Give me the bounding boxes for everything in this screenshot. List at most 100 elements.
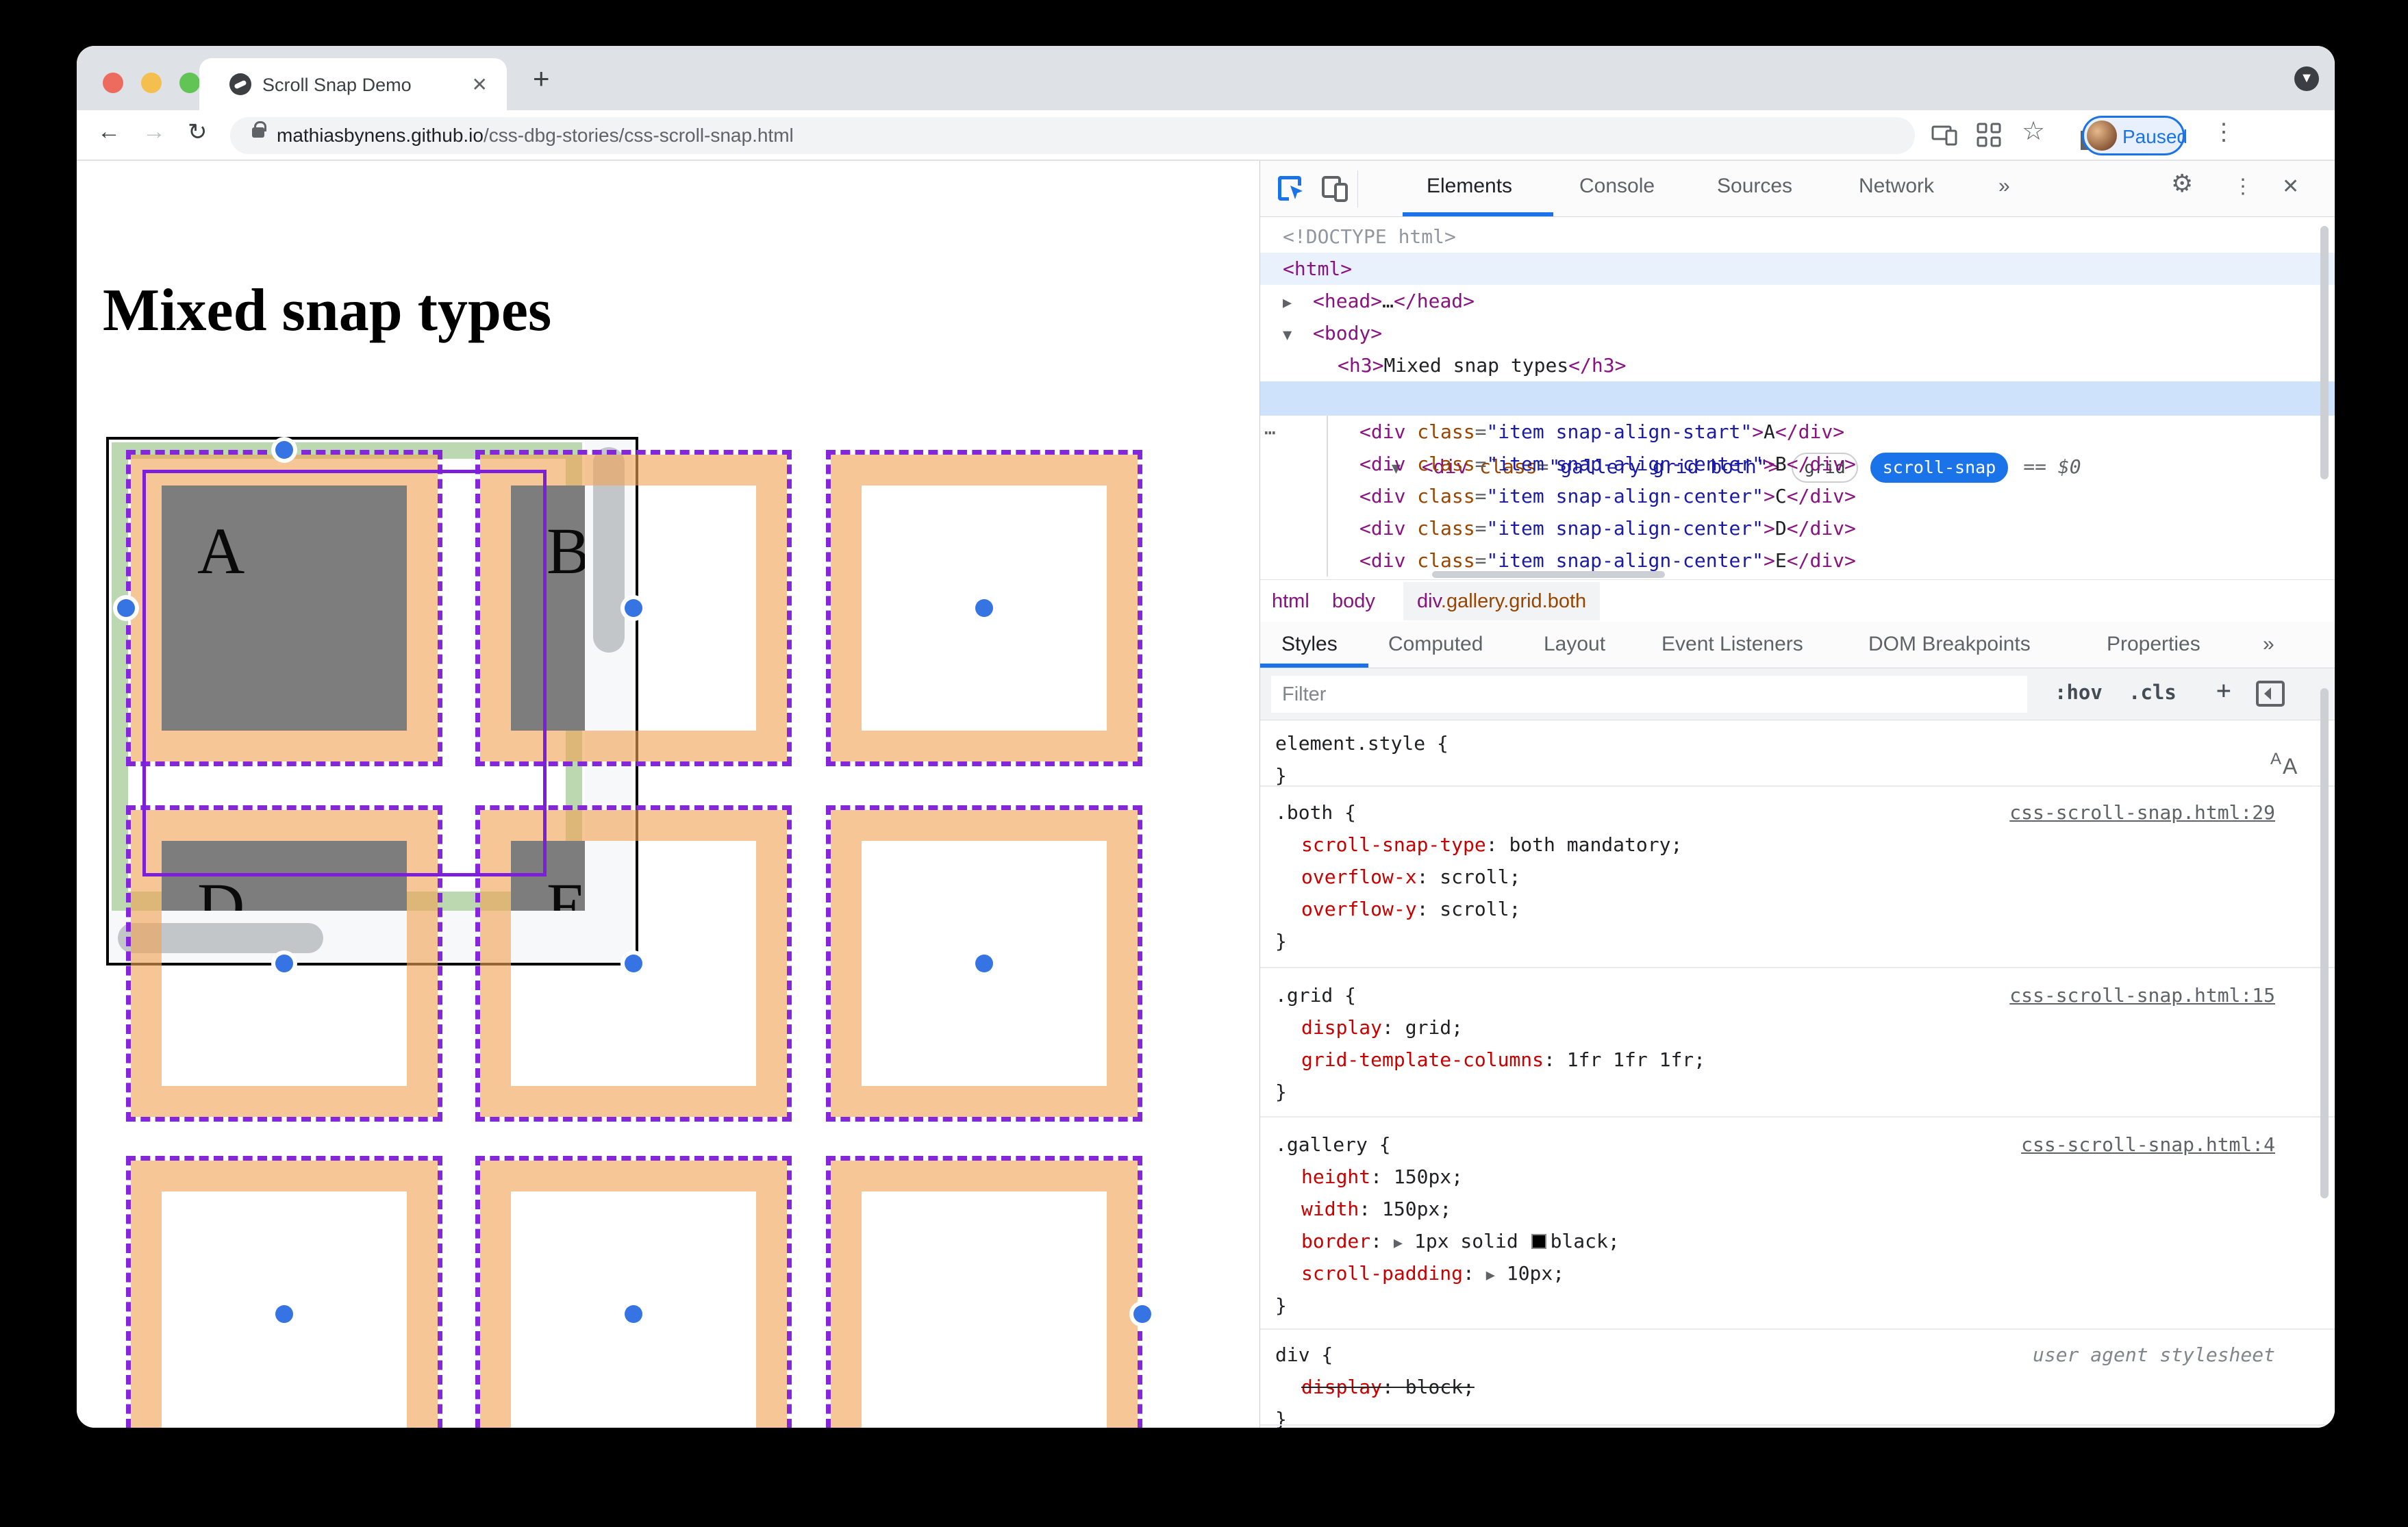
tab-overview-button[interactable]: ▼ <box>2294 66 2319 91</box>
tab-more-panels[interactable]: » <box>1998 175 2010 198</box>
browser-tab[interactable]: Scroll Snap Demo ✕ <box>199 58 507 110</box>
snap-area-7 <box>126 1156 442 1428</box>
rule-element-style[interactable]: element.style { <box>1275 727 2303 759</box>
tab-title: Scroll Snap Demo <box>262 75 412 95</box>
css-property[interactable]: display: grid; <box>1301 1011 2329 1044</box>
styles-pane: element.style { } AA .both {css-scroll-s… <box>1260 720 2335 1428</box>
new-style-rule-button[interactable]: + <box>2216 677 2231 705</box>
tab-favicon-icon <box>229 73 251 95</box>
dom-head[interactable]: ▶ <head>…</head> <box>1260 285 2335 317</box>
rule-gallery[interactable]: .gallery {css-scroll-snap.html:4 <box>1275 1128 2303 1161</box>
source-link[interactable]: css-scroll-snap.html:15 <box>2009 979 2275 1011</box>
minimize-window-button[interactable] <box>141 73 162 93</box>
dom-item-c[interactable]: <div class="item snap-align-center">C</d… <box>1260 480 2335 512</box>
dom-hscrollbar-thumb[interactable] <box>1432 571 1665 578</box>
svg-text:A: A <box>2283 754 2298 778</box>
css-property[interactable]: scroll-snap-type: both mandatory; <box>1301 829 2329 861</box>
styles-filter-bar: :hov .cls + <box>1260 668 2335 720</box>
css-property[interactable]: overflow-y: scroll; <box>1301 893 2329 925</box>
user-agent-stylesheet-label: user agent stylesheet <box>2032 1343 2275 1366</box>
browser-window: Scroll Snap Demo ✕ + ▼ ← → ↻ mathiasbyne… <box>77 46 2335 1428</box>
devtools-close-icon[interactable]: ✕ <box>2282 175 2299 199</box>
tab-console[interactable]: Console <box>1579 175 1655 198</box>
new-tab-button[interactable]: + <box>533 62 550 95</box>
css-property[interactable]: height: 150px; <box>1301 1161 2329 1193</box>
grid-overlay-rect <box>142 470 547 876</box>
dom-html[interactable]: <html> <box>1260 253 2335 285</box>
crumb-html[interactable]: html <box>1272 580 1309 622</box>
tab-dom-breakpoints[interactable]: DOM Breakpoints <box>1868 633 2031 656</box>
back-button[interactable]: ← <box>97 118 121 145</box>
paused-label: Paused <box>2122 126 2187 147</box>
chevron-down-icon: ▼ <box>2300 71 2313 86</box>
devtools-toolbar: Elements Console Sources Network » ⚙ ⋮ ✕ <box>1260 161 2335 217</box>
css-property-border[interactable]: border: ▶ 1px solid black; <box>1301 1225 2329 1257</box>
profile-paused-badge[interactable]: Paused <box>2082 116 2187 155</box>
qr-share-icon[interactable] <box>1974 120 2004 150</box>
svg-text:A: A <box>2270 750 2281 768</box>
rule-both[interactable]: .both {css-scroll-snap.html:29 <box>1275 796 2303 829</box>
tab-network[interactable]: Network <box>1859 175 1934 198</box>
bookmark-star-icon[interactable]: ☆ <box>2022 116 2045 147</box>
sidebar-toggle-icon[interactable] <box>2255 678 2286 709</box>
crumb-body[interactable]: body <box>1332 580 1375 622</box>
dom-tree: <!DOCTYPE html> <html> ▶ <head>…</head> ▼… <box>1260 217 2335 579</box>
close-window-button[interactable] <box>103 73 123 93</box>
css-property-scroll-padding[interactable]: scroll-padding: ▶ 10px; <box>1301 1257 2329 1289</box>
rule-div-ua[interactable]: div {user agent stylesheet <box>1275 1339 2303 1371</box>
tab-sources[interactable]: Sources <box>1717 175 1792 198</box>
tab-layout[interactable]: Layout <box>1544 633 1605 656</box>
active-tab-underline <box>1403 212 1553 216</box>
css-property[interactable]: width: 150px; <box>1301 1193 2329 1225</box>
address-bar[interactable]: mathiasbynens.github.io/css-dbg-stories/… <box>230 117 1915 154</box>
tab-event-listeners[interactable]: Event Listeners <box>1661 633 1803 656</box>
dom-h3[interactable]: <h3>Mixed snap types</h3> <box>1260 349 2335 381</box>
dom-item-b[interactable]: <div class="item snap-align-center">B</d… <box>1260 448 2335 480</box>
dom-scrollbar-thumb[interactable] <box>2320 226 2329 479</box>
dom-body[interactable]: ▼ <body> <box>1260 317 2335 349</box>
toolbar-divider <box>1357 171 1358 207</box>
color-swatch[interactable] <box>1531 1234 1546 1249</box>
snap-area-8 <box>475 1156 792 1428</box>
zoom-window-button[interactable] <box>179 73 200 93</box>
css-property-overridden[interactable]: display: block; <box>1301 1371 2329 1403</box>
hov-toggle[interactable]: :hov <box>2055 681 2103 704</box>
font-size-icon[interactable]: AA <box>2269 746 2305 778</box>
forward-button[interactable]: → <box>142 118 166 145</box>
tab-close-icon[interactable]: ✕ <box>472 73 488 96</box>
reload-button[interactable]: ↻ <box>188 118 208 146</box>
snap-point-start-top <box>275 441 293 459</box>
styles-scrollbar-thumb[interactable] <box>2320 688 2329 1198</box>
crumb-selected[interactable]: div.gallery.grid.both <box>1403 582 1601 620</box>
source-link[interactable]: css-scroll-snap.html:4 <box>2021 1128 2275 1161</box>
dom-doctype[interactable]: <!DOCTYPE html> <box>1260 220 2335 253</box>
settings-gear-icon[interactable]: ⚙ <box>2171 169 2193 198</box>
cast-devices-icon[interactable] <box>1930 120 1960 150</box>
device-toolbar-icon[interactable] <box>1319 172 1352 205</box>
tab-sidebar-more[interactable]: » <box>2263 633 2274 656</box>
cls-toggle[interactable]: .cls <box>2129 681 2177 704</box>
snap-point-start-left <box>117 599 135 617</box>
tab-elements[interactable]: Elements <box>1427 175 1512 198</box>
css-property[interactable]: grid-template-columns: 1fr 1fr 1fr; <box>1301 1044 2329 1076</box>
dom-item-a[interactable]: <div class="item snap-align-start">A</di… <box>1260 416 2335 448</box>
filter-input[interactable] <box>1271 676 2027 713</box>
rule-grid[interactable]: .grid {css-scroll-snap.html:15 <box>1275 979 2303 1011</box>
page-title: Mixed snap types <box>103 277 552 344</box>
snap-point-center-b <box>625 599 642 617</box>
dom-item-e[interactable]: <div class="item snap-align-center">E</d… <box>1260 544 2335 577</box>
inspect-element-icon[interactable] <box>1275 172 1308 205</box>
css-property[interactable]: overflow-x: scroll; <box>1301 861 2329 893</box>
tab-properties[interactable]: Properties <box>2107 633 2200 656</box>
browser-menu-icon[interactable]: ⋮ <box>2212 118 2235 146</box>
tab-styles[interactable]: Styles <box>1281 633 1338 656</box>
source-link[interactable]: css-scroll-snap.html:29 <box>2009 796 2275 829</box>
snap-point-center-g <box>275 1305 293 1323</box>
devtools-menu-icon[interactable]: ⋮ <box>2233 175 2253 199</box>
tab-computed[interactable]: Computed <box>1388 633 1483 656</box>
expand-triangle-icon: ▶ <box>1393 1235 1403 1252</box>
snap-point-center-f <box>975 955 993 972</box>
dom-item-d[interactable]: <div class="item snap-align-center">D</d… <box>1260 512 2335 544</box>
dom-gallery-selected[interactable]: ⋯ ▼ <div class="gallery grid both"> grid sc… <box>1260 381 2335 483</box>
snap-point-center-c <box>975 599 993 617</box>
